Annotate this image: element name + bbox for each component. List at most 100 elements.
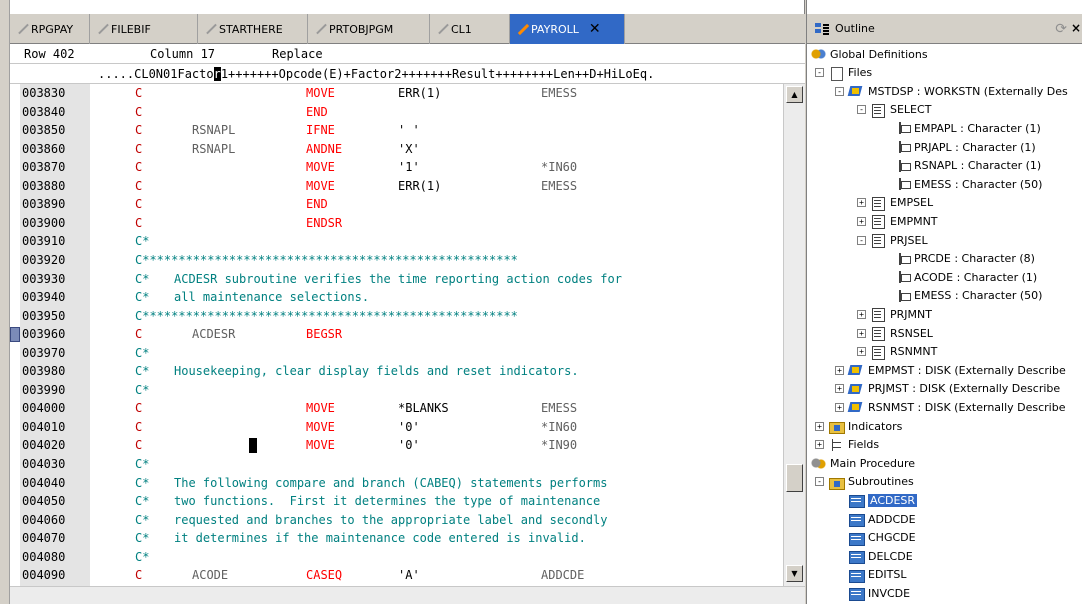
collapse-icon[interactable]: - bbox=[835, 86, 844, 96]
code-line[interactable]: 004050 C* two functions. First it determin… bbox=[10, 492, 783, 511]
outline-node[interactable]: + PRJMNT bbox=[857, 305, 932, 323]
outline-node[interactable]: ADDCDE bbox=[848, 510, 916, 528]
outline-node[interactable]: + Fields bbox=[815, 436, 879, 454]
collapse-icon[interactable]: - bbox=[815, 477, 824, 487]
spec-type: C bbox=[135, 160, 143, 175]
code-line[interactable]: 004000 C MOVE *BLANKS EMESS bbox=[10, 399, 783, 418]
outline-node[interactable]: PRJAPL : Character (1) bbox=[894, 138, 1036, 156]
outline-node[interactable]: EMPAPL : Character (1) bbox=[894, 119, 1041, 137]
code-line[interactable]: 003880 C MOVE ERR(1) EMESS bbox=[10, 177, 783, 196]
code-line[interactable]: 003970 C* bbox=[10, 344, 783, 363]
outline-node[interactable]: CHGCDE bbox=[848, 529, 916, 547]
outline-node[interactable]: - Files bbox=[815, 64, 872, 82]
scroll-up-button[interactable]: ▲ bbox=[786, 86, 803, 103]
code-line[interactable]: 003890 C END bbox=[10, 195, 783, 214]
outline-node[interactable]: + EMPMST : DISK (Externally Describe bbox=[835, 361, 1066, 379]
code-line[interactable]: 003850 C RSNAPL IFNE ' ' bbox=[10, 121, 783, 140]
expand-icon[interactable]: + bbox=[857, 347, 866, 357]
outline-node[interactable]: ACDESR bbox=[848, 491, 918, 509]
code-line[interactable]: 003830 C MOVE ERR(1) EMESS bbox=[10, 84, 783, 103]
outline-node[interactable]: Global Definitions bbox=[810, 45, 928, 63]
outline-node-label: EMESS : Character (50) bbox=[914, 177, 1043, 191]
expand-icon[interactable]: + bbox=[857, 328, 866, 338]
code-line[interactable]: 003910 C* bbox=[10, 232, 783, 251]
outline-node[interactable]: + RSNMNT bbox=[857, 343, 937, 361]
outline-node[interactable]: - PRJSEL bbox=[857, 231, 928, 249]
code-line[interactable]: 003840 C END bbox=[10, 103, 783, 122]
outline-node[interactable]: + RSNMST : DISK (Externally Describe bbox=[835, 398, 1066, 416]
tab-payroll[interactable]: PAYROLL ✕ bbox=[510, 14, 625, 44]
code-line[interactable]: 003860 C RSNAPL ANDNE 'X' bbox=[10, 140, 783, 159]
tab-label: PAYROLL bbox=[531, 22, 579, 36]
scroll-down-button[interactable]: ▼ bbox=[786, 565, 803, 582]
scroll-thumb[interactable] bbox=[786, 464, 803, 492]
expand-icon[interactable]: + bbox=[835, 365, 844, 375]
code-editor-area[interactable]: 003830 C MOVE ERR(1) EMESS 003840 C END 003850 C R… bbox=[10, 84, 783, 586]
subroutine-icon bbox=[848, 493, 865, 509]
code-line[interactable]: 004020 C MOVE '0' *IN90 bbox=[10, 436, 783, 455]
code-line[interactable]: 003900 C ENDSR bbox=[10, 214, 783, 233]
code-line[interactable]: 004060 C* requested and branches to the ap… bbox=[10, 511, 783, 530]
outline-node[interactable]: ACODE : Character (1) bbox=[894, 268, 1037, 286]
outline-node-label: PRJMNT bbox=[890, 307, 932, 321]
collapse-icon[interactable]: - bbox=[857, 235, 866, 245]
expand-icon[interactable]: + bbox=[835, 402, 844, 412]
tab-filebif[interactable]: FILEBIF bbox=[90, 14, 198, 44]
factor2: *BLANKS bbox=[398, 401, 449, 416]
close-icon[interactable]: × bbox=[1071, 21, 1081, 35]
code-line[interactable]: 004040 C* The following compare and branch… bbox=[10, 474, 783, 493]
outline-node[interactable]: PRCDE : Character (8) bbox=[894, 250, 1035, 268]
expand-icon[interactable]: + bbox=[835, 384, 844, 394]
outline-node[interactable]: DELCDE bbox=[848, 547, 913, 565]
code-line[interactable]: 003950 C*********************************… bbox=[10, 307, 783, 326]
code-line[interactable]: 004090 C ACODE CASEQ 'A' ADDCDE bbox=[10, 566, 783, 585]
outline-node[interactable]: + EMPSEL bbox=[857, 194, 933, 212]
expand-icon[interactable]: + bbox=[857, 198, 866, 208]
vertical-scrollbar[interactable]: ▲ ▼ bbox=[783, 84, 805, 586]
pencil-icon bbox=[314, 23, 326, 35]
code-line[interactable]: 003980 C* Housekeeping, clear display fiel… bbox=[10, 362, 783, 381]
outline-node[interactable]: RSNAPL : Character (1) bbox=[894, 157, 1041, 175]
outline-node[interactable]: INVCDE bbox=[848, 584, 910, 602]
bookmark-marker-icon[interactable] bbox=[10, 327, 20, 343]
outline-node[interactable]: EMESS : Character (50) bbox=[894, 175, 1042, 193]
tab-prtobjpgm[interactable]: PRTOBJPGM bbox=[308, 14, 430, 44]
expand-icon[interactable]: + bbox=[857, 216, 866, 226]
expand-icon[interactable]: + bbox=[815, 421, 824, 431]
code-line[interactable]: 003990 C* bbox=[10, 381, 783, 400]
outline-node[interactable]: EDITSL bbox=[848, 566, 907, 584]
outline-node[interactable]: + EMPMNT bbox=[857, 212, 938, 230]
spec-type: C* bbox=[135, 290, 150, 305]
outline-node[interactable]: Main Procedure bbox=[810, 454, 915, 472]
collapse-icon[interactable]: - bbox=[815, 68, 824, 78]
code-line[interactable]: 003940 C* all maintenance selections. bbox=[10, 288, 783, 307]
outline-node[interactable]: - Subroutines bbox=[815, 473, 914, 491]
code-line[interactable]: 004070 C* it determines if the maintenance… bbox=[10, 529, 783, 548]
code-line[interactable]: 004010 C MOVE '0' *IN60 bbox=[10, 418, 783, 437]
expand-icon[interactable]: + bbox=[857, 309, 866, 319]
code-line[interactable]: 003870 C MOVE '1' *IN60 bbox=[10, 158, 783, 177]
outline-node[interactable]: + Indicators bbox=[815, 417, 902, 435]
collapse-icon[interactable]: - bbox=[857, 105, 866, 115]
outline-node[interactable]: + PRJMST : DISK (Externally Describe bbox=[835, 380, 1060, 398]
outline-node[interactable]: - SELECT bbox=[857, 101, 931, 119]
spec-type: C* bbox=[135, 512, 150, 527]
horizontal-scrollbar[interactable] bbox=[10, 586, 805, 604]
tab-rpgpay[interactable]: RPGPAY bbox=[10, 14, 90, 44]
code-line[interactable]: 003930 C* ACDESR subroutine verifies the t… bbox=[10, 270, 783, 289]
code-line[interactable]: 004030 C* bbox=[10, 455, 783, 474]
sequence-number: 004060 bbox=[22, 512, 66, 527]
code-line[interactable]: 003960 C ACDESR BEGSR bbox=[10, 325, 783, 344]
tab-starthere[interactable]: STARTHERE bbox=[198, 14, 308, 44]
outline-node[interactable]: - MSTDSP : WORKSTN (Externally Des bbox=[835, 82, 1068, 100]
subroutine-icon bbox=[848, 531, 865, 546]
outline-node[interactable]: + RSNSEL bbox=[857, 324, 933, 342]
tab-close-icon[interactable]: ✕ bbox=[589, 21, 601, 37]
outline-node[interactable]: EMESS : Character (50) bbox=[894, 287, 1042, 305]
tab-cl1[interactable]: CL1 bbox=[430, 14, 510, 44]
code-line[interactable]: 003920 C*********************************… bbox=[10, 251, 783, 270]
expand-icon[interactable]: + bbox=[815, 440, 824, 450]
main-procedure-icon bbox=[810, 456, 826, 471]
sync-icon[interactable]: ⟳ bbox=[1055, 21, 1067, 37]
code-line[interactable]: 004080 C* bbox=[10, 548, 783, 567]
